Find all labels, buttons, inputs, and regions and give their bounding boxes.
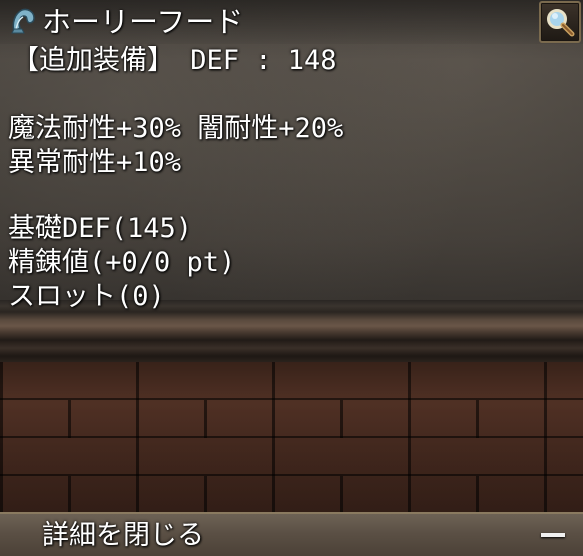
close-details-label: 詳細を閉じる [42,520,204,551]
slot-line: スロット(0) [8,281,165,312]
equip-def-line: 【追加装備】 DEF : 148 [12,45,337,76]
brick-wall-background [0,362,583,514]
base-def-line: 基礎DEF(145) [8,213,193,244]
close-details-button[interactable]: 詳細を閉じる [0,512,583,556]
title-bar: ホーリーフード [0,0,583,44]
minus-icon [541,533,565,537]
refine-line: 精錬値(+0/0 pt) [8,247,236,278]
resist-line-1: 魔法耐性+30% 闇耐性+20% [8,113,344,144]
item-title: ホーリーフード [42,5,244,39]
search-button[interactable] [539,1,581,43]
hood-item-icon [8,6,38,36]
resist-line-2: 異常耐性+10% [8,147,182,178]
item-detail-window: ホーリーフード 【追加装備】 DEF : 148 魔法耐性+30% 闇耐性+20… [0,0,583,556]
